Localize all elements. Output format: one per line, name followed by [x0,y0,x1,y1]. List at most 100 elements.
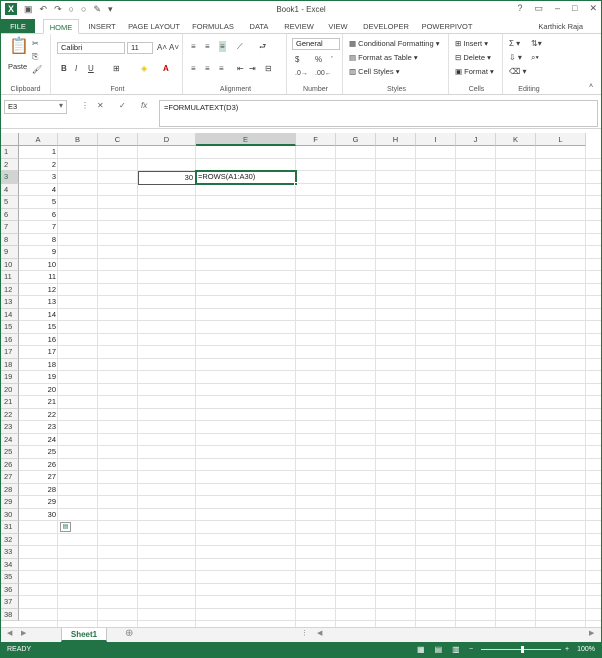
bold-button[interactable]: B [61,63,67,74]
fill-color-icon[interactable]: ◈ [141,63,147,74]
middle-align-icon[interactable]: ≡ [205,41,210,52]
align-center-icon[interactable]: ≡ [205,63,210,74]
decrease-font-icon[interactable]: A˅ [169,42,179,53]
minimize-icon[interactable]: – [555,3,560,14]
hscroll-left-icon[interactable]: ◀ [317,629,322,637]
enter-icon[interactable]: ✓ [119,101,126,110]
cell-a[interactable]: 5 [19,196,58,208]
cell-a[interactable]: 28 [19,484,58,496]
row-header[interactable]: 18 [1,358,19,371]
row-header[interactable]: 33 [1,546,19,559]
more-icon[interactable]: ⋮ [81,101,89,110]
row-header[interactable]: 20 [1,383,19,396]
underline-button[interactable]: U [88,63,94,74]
percent-button[interactable]: % [315,54,322,65]
align-right-icon[interactable]: ≡ [219,63,224,74]
row-header[interactable]: 22 [1,408,19,421]
row-header[interactable]: 24 [1,433,19,446]
format-cells-button[interactable]: ▣ Format ▾ [455,66,494,77]
column-header[interactable]: G [336,133,376,146]
tab-view[interactable]: VIEW [325,19,351,34]
cell-a[interactable]: 6 [19,209,58,221]
row-header[interactable]: 10 [1,258,19,271]
formula-input[interactable]: =FORMULATEXT(D3) [159,100,598,127]
increase-font-icon[interactable]: A˄ [157,42,167,53]
row-header[interactable]: 13 [1,296,19,309]
scroll-left-icon[interactable]: ◀ [7,629,12,637]
tab-review[interactable]: REVIEW [281,19,317,34]
tab-formulas[interactable]: FORMULAS [189,19,237,34]
row-header[interactable]: 29 [1,496,19,509]
italic-button[interactable]: I [75,63,77,74]
row-header[interactable]: 31 [1,521,19,534]
sheet-tab-sheet1[interactable]: Sheet1 [61,628,107,642]
paste-button[interactable]: Paste [8,61,27,72]
zoom-slider[interactable] [481,646,561,653]
name-box-dropdown-icon[interactable]: ▾ [59,101,63,110]
normal-view-icon[interactable]: ▦ [417,642,425,657]
cell-styles-button[interactable]: ▥ Cell Styles ▾ [349,66,399,77]
cut-icon[interactable]: ✂ [32,38,39,49]
page-break-view-icon[interactable]: ▥ [452,642,460,657]
cell-a[interactable]: 17 [19,346,58,358]
increase-indent-icon[interactable]: ⇥ [249,63,256,74]
merge-center-icon[interactable]: ⊟ [265,63,272,74]
cell-a[interactable]: 4 [19,184,58,196]
collapse-ribbon-icon[interactable]: ˄ [589,81,593,92]
increase-decimal-icon[interactable]: .0→ [295,68,308,79]
row-header[interactable]: 17 [1,346,19,359]
align-left-icon[interactable]: ≡ [191,63,196,74]
row-header[interactable]: 36 [1,583,19,596]
cell-a[interactable]: 8 [19,234,58,246]
tab-home[interactable]: HOME [43,19,79,34]
column-header[interactable]: E [196,133,296,146]
find-select-icon[interactable]: ⌕▾ [531,52,539,63]
row-header[interactable]: 34 [1,558,19,571]
cell-a[interactable]: 2 [19,159,58,171]
row-header[interactable]: 5 [1,196,19,209]
row-header[interactable]: 38 [1,608,19,621]
scroll-right-icon[interactable]: ▶ [21,629,26,637]
cell-a[interactable]: 19 [19,371,58,383]
cell-a[interactable]: 18 [19,359,58,371]
hscroll-more-icon[interactable]: ⋮ [301,629,308,637]
conditional-formatting-button[interactable]: ▦ Conditional Formatting ▾ [349,38,440,49]
wrap-text-icon[interactable]: ⮐ [259,41,266,52]
cancel-icon[interactable]: ✕ [97,101,104,110]
tab-data[interactable]: DATA [245,19,273,34]
row-header[interactable]: 19 [1,371,19,384]
tab-page-layout[interactable]: PAGE LAYOUT [125,19,183,34]
comma-button[interactable]: ’ [331,54,333,65]
cell-a[interactable]: 1 [19,146,58,158]
clear-icon[interactable]: ⌫ ▾ [509,66,527,77]
zoom-in-icon[interactable]: + [565,642,569,657]
orientation-icon[interactable]: ⟋ [237,41,243,52]
row-header[interactable]: 3 [1,171,19,184]
autofill-options-icon[interactable]: ▤ [60,522,71,532]
row-header[interactable]: 11 [1,271,19,284]
row-header[interactable]: 12 [1,283,19,296]
name-box[interactable]: E3 [4,100,67,114]
currency-button[interactable]: $ [295,54,299,65]
help-icon[interactable]: ? [517,3,522,14]
fill-handle[interactable] [294,181,298,186]
cell-d3[interactable]: 30 [138,171,196,185]
cell-a[interactable]: 10 [19,259,58,271]
bottom-align-icon[interactable]: ≡ [219,41,226,52]
tab-file[interactable]: FILE [1,19,35,34]
copy-icon[interactable]: ⎘ [32,51,38,62]
cell-a[interactable]: 21 [19,396,58,408]
row-header[interactable]: 30 [1,508,19,521]
row-header[interactable]: 14 [1,308,19,321]
zoom-out-icon[interactable]: − [469,642,473,657]
font-color-icon[interactable]: A [163,63,169,74]
row-header[interactable]: 28 [1,483,19,496]
tab-insert[interactable]: INSERT [83,19,121,34]
column-header[interactable]: L [536,133,586,146]
user-name[interactable]: Karthick Raja [538,22,583,31]
zoom-slider-thumb[interactable] [521,646,524,653]
cell-a[interactable]: 9 [19,246,58,258]
row-header[interactable]: 15 [1,321,19,334]
cell-a[interactable]: 29 [19,496,58,508]
hscroll-right-icon[interactable]: ▶ [589,629,594,637]
